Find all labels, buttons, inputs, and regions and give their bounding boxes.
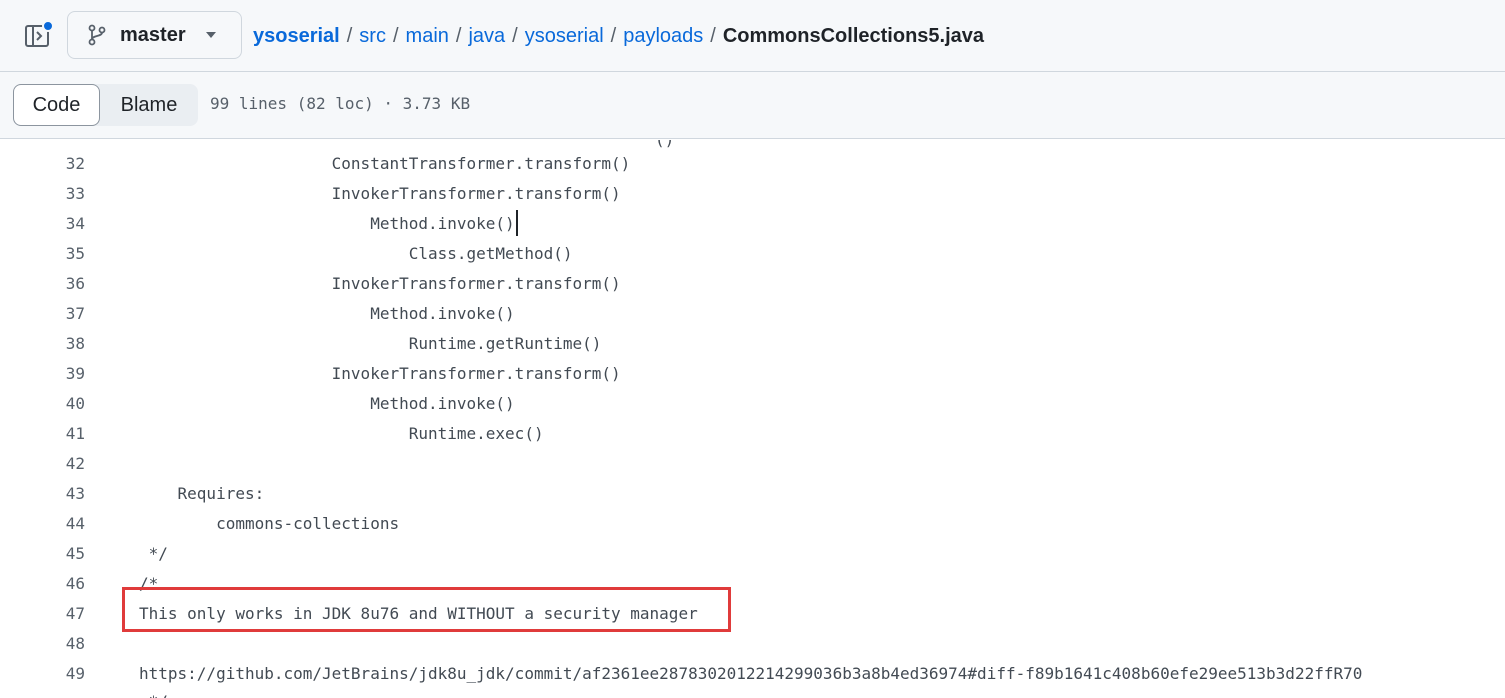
- sidebar-toggle-button[interactable]: [20, 20, 54, 52]
- code-line: 34 Method.invoke(): [0, 208, 1505, 238]
- code-line-text: /*: [139, 573, 159, 593]
- breadcrumb-separator: /: [610, 24, 617, 47]
- tab-code[interactable]: Code: [13, 84, 100, 126]
- code-line-text: Runtime.getRuntime(): [139, 333, 602, 353]
- notification-dot: [42, 20, 54, 32]
- file-header: master ysoserial / src / main / java / y…: [0, 0, 1505, 72]
- breadcrumb-separator: /: [512, 24, 518, 47]
- line-number[interactable]: 38: [0, 334, 85, 353]
- line-number[interactable]: 33: [0, 184, 85, 203]
- code-line: 42: [0, 448, 1505, 478]
- code-line: 41 Runtime.exec(): [0, 418, 1505, 448]
- code-line: 38 Runtime.getRuntime(): [0, 328, 1505, 358]
- code-line: 45 */: [0, 538, 1505, 568]
- line-number[interactable]: 48: [0, 634, 85, 653]
- breadcrumb-link-main[interactable]: main: [406, 25, 449, 48]
- code-line-text: */: [139, 692, 168, 698]
- code-line: 39 InvokerTransformer.transform(): [0, 358, 1505, 388]
- branch-name: master: [120, 23, 186, 46]
- code-line-text: ConstantTransformer.transform(): [139, 153, 631, 173]
- breadcrumb: ysoserial / src / main / java / ysoseria…: [253, 22, 984, 50]
- breadcrumb-separator: /: [455, 24, 462, 47]
- code-line-text: */: [139, 543, 168, 563]
- line-number[interactable]: 41: [0, 424, 85, 443]
- breadcrumb-link-java[interactable]: java: [468, 25, 505, 48]
- git-branch-icon: [88, 24, 106, 46]
- code-line-text: Method.invoke(): [139, 213, 515, 233]
- code-line-text: Method.invoke(): [139, 393, 515, 413]
- code-line: 44 commons-collections: [0, 508, 1505, 538]
- code-view[interactable]: () 32 ConstantTransformer.transform()33 …: [0, 140, 1505, 698]
- code-line-text: Method.invoke(): [139, 303, 515, 323]
- line-number[interactable]: 34: [0, 214, 85, 233]
- code-line-partial: */: [0, 686, 1505, 698]
- code-line: 32 ConstantTransformer.transform(): [0, 148, 1505, 178]
- file-toolbar: Code Blame 99 lines (82 loc) · 3.73 KB: [0, 72, 1505, 139]
- code-line-text: InvokerTransformer.transform(): [139, 273, 621, 293]
- code-line-text: This only works in JDK 8u76 and WITHOUT …: [139, 603, 698, 623]
- chevron-down-icon: [205, 32, 216, 38]
- code-line: 49 https://github.com/JetBrains/jdk8u_jdk…: [0, 658, 1505, 688]
- breadcrumb-repo-link[interactable]: ysoserial: [253, 25, 340, 48]
- code-line: 46 /*: [0, 568, 1505, 598]
- line-number[interactable]: 36: [0, 274, 85, 293]
- line-number[interactable]: 47: [0, 604, 85, 623]
- code-line: 36 InvokerTransformer.transform(): [0, 268, 1505, 298]
- breadcrumb-separator: /: [710, 24, 716, 47]
- code-line: 33 InvokerTransformer.transform(): [0, 178, 1505, 208]
- file-meta-info: 99 lines (82 loc) · 3.73 KB: [210, 94, 471, 113]
- code-line: 35 Class.getMethod(): [0, 238, 1505, 268]
- line-number[interactable]: 49: [0, 664, 85, 683]
- code-line-text: https://github.com/JetBrains/jdk8u_jdk/c…: [139, 663, 1363, 683]
- breadcrumb-link-src[interactable]: src: [359, 25, 386, 48]
- breadcrumb-current-file: CommonsCollections5.java: [722, 24, 985, 47]
- line-number[interactable]: 32: [0, 154, 85, 173]
- breadcrumb-separator: /: [392, 24, 399, 47]
- view-mode-segmented-control: Code Blame: [13, 84, 198, 126]
- code-line-text: Requires:: [139, 483, 265, 503]
- code-line: 40 Method.invoke(): [0, 388, 1505, 418]
- line-number[interactable]: 43: [0, 484, 85, 503]
- code-line-text: InvokerTransformer.transform(): [139, 183, 621, 203]
- breadcrumb-link-payloads[interactable]: payloads: [623, 25, 703, 48]
- breadcrumb-link-ysoserial[interactable]: ysoserial: [525, 25, 604, 48]
- code-line-text: commons-collections: [139, 513, 400, 533]
- breadcrumb-separator: /: [346, 24, 353, 47]
- branch-selector-button[interactable]: master: [67, 11, 242, 59]
- line-number[interactable]: 37: [0, 304, 85, 323]
- line-number[interactable]: 40: [0, 394, 85, 413]
- tab-blame[interactable]: Blame: [100, 84, 198, 126]
- code-line-text: InvokerTransformer.transform(): [139, 363, 621, 383]
- line-number[interactable]: 35: [0, 244, 85, 263]
- code-line: 37 Method.invoke(): [0, 298, 1505, 328]
- text-cursor: [516, 210, 518, 236]
- line-number[interactable]: 39: [0, 364, 85, 383]
- code-line-text: Class.getMethod(): [139, 243, 573, 263]
- code-line: 48: [0, 628, 1505, 658]
- code-line-text: Runtime.exec(): [139, 423, 544, 443]
- line-number[interactable]: 44: [0, 514, 85, 533]
- code-line: 43 Requires:: [0, 478, 1505, 508]
- code-line: 47 This only works in JDK 8u76 and WITHOU…: [0, 598, 1505, 628]
- line-number[interactable]: 46: [0, 574, 85, 593]
- line-number[interactable]: 42: [0, 454, 85, 473]
- line-number[interactable]: 45: [0, 544, 85, 563]
